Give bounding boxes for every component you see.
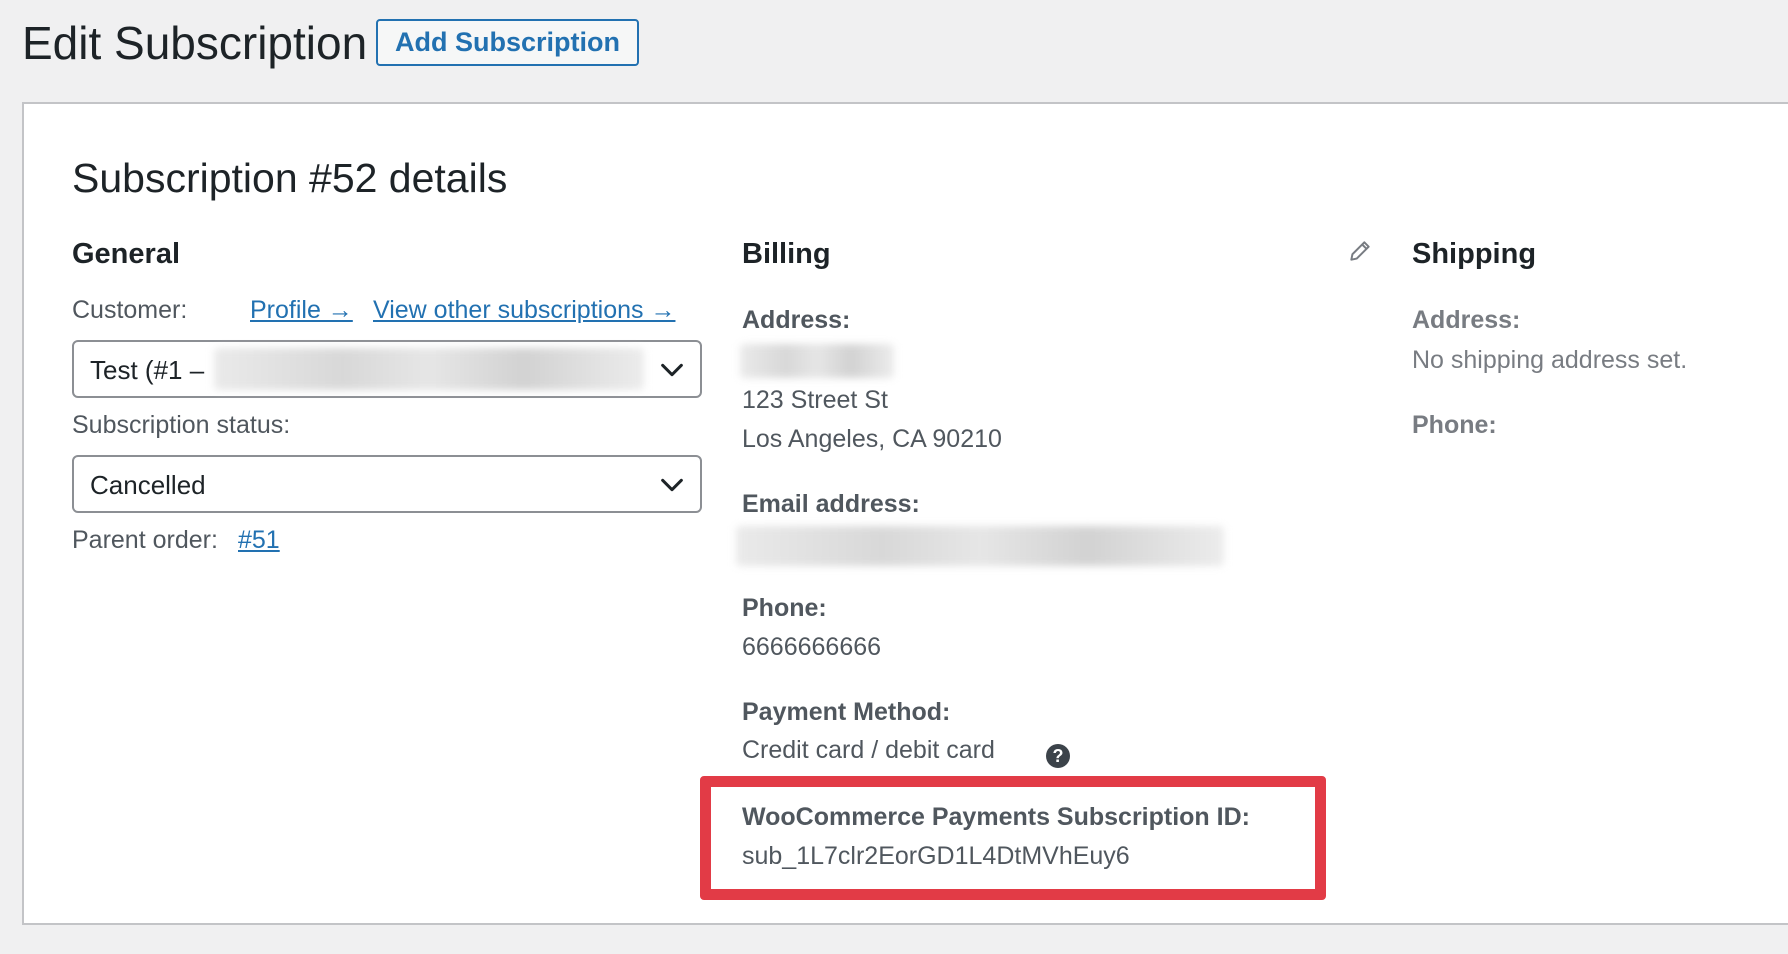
billing-address-line1: 123 Street St bbox=[742, 386, 888, 414]
shipping-address-label: Address: bbox=[1412, 306, 1521, 334]
billing-address-line2: Los Angeles, CA 90210 bbox=[742, 425, 1002, 453]
page-title: Edit Subscription bbox=[22, 17, 368, 69]
parent-order-link[interactable]: #51 bbox=[238, 524, 280, 556]
subscription-id-highlight bbox=[700, 776, 1326, 900]
parent-order-label: Parent order: bbox=[72, 526, 218, 554]
billing-email-redacted bbox=[736, 526, 1224, 566]
billing-phone-value: 6666666666 bbox=[742, 633, 882, 661]
subscription-id-value: sub_1L7clr2EorGD1L4DtMVhEuy6 bbox=[742, 842, 1130, 870]
general-heading: General bbox=[72, 238, 180, 270]
customer-redacted bbox=[214, 348, 644, 390]
chevron-down-icon bbox=[661, 478, 683, 492]
customer-select-value: Test (#1 – bbox=[90, 355, 205, 385]
add-subscription-button[interactable]: Add Subscription bbox=[376, 19, 639, 66]
profile-link[interactable]: Profile → bbox=[250, 294, 353, 326]
payment-method-label: Payment Method: bbox=[742, 698, 951, 726]
billing-address-label: Address: bbox=[742, 306, 851, 334]
pencil-icon[interactable] bbox=[1347, 238, 1373, 264]
customer-select[interactable]: Test (#1 – bbox=[72, 340, 702, 398]
shipping-address-value: No shipping address set. bbox=[1412, 346, 1688, 374]
subscription-status-value: Cancelled bbox=[90, 470, 206, 500]
help-icon[interactable]: ? bbox=[1046, 744, 1070, 768]
billing-phone-label: Phone: bbox=[742, 594, 827, 622]
billing-email-label: Email address: bbox=[742, 490, 920, 518]
view-other-subscriptions-link[interactable]: View other subscriptions → bbox=[373, 294, 675, 326]
billing-name-redacted bbox=[740, 344, 894, 378]
subscription-status-label: Subscription status: bbox=[72, 411, 291, 439]
subscription-id-label: WooCommerce Payments Subscription ID: bbox=[742, 803, 1250, 831]
subscription-status-select[interactable]: Cancelled bbox=[72, 455, 702, 513]
chevron-down-icon bbox=[661, 363, 683, 377]
payment-method-value: Credit card / debit card bbox=[742, 736, 995, 764]
subscription-details-panel: Subscription #52 details General Custome… bbox=[22, 102, 1788, 925]
panel-title: Subscription #52 details bbox=[72, 155, 508, 201]
shipping-phone-label: Phone: bbox=[1412, 411, 1497, 439]
shipping-heading: Shipping bbox=[1412, 238, 1537, 270]
customer-label: Customer: bbox=[72, 296, 188, 324]
billing-heading: Billing bbox=[742, 238, 831, 270]
